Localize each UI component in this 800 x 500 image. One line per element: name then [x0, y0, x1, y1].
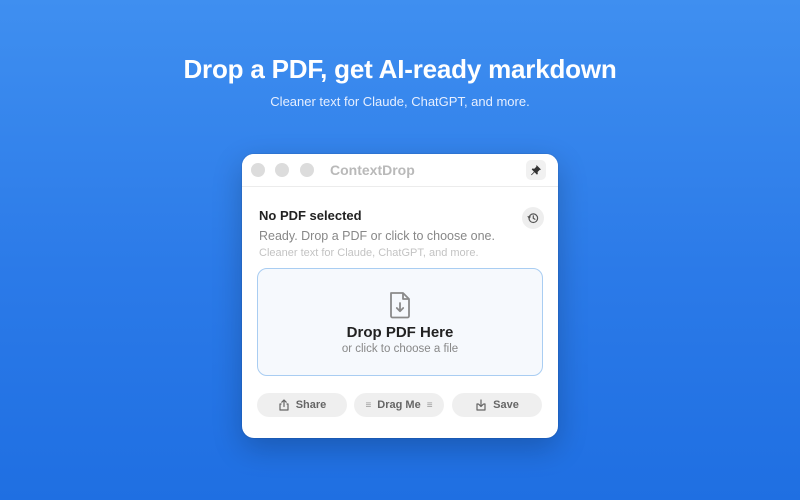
app-window: ContextDrop No PDF selected Ready. Drop …: [242, 154, 558, 438]
zoom-window-button[interactable]: [300, 163, 314, 177]
action-bar: Share ≡ Drag Me ≡ Save: [257, 393, 543, 417]
drag-grip-icon-right: ≡: [426, 399, 433, 411]
drag-me-label: Drag Me: [377, 399, 421, 411]
minimize-window-button[interactable]: [275, 163, 289, 177]
pin-icon: [531, 165, 541, 176]
pdf-dropzone[interactable]: Drop PDF Here or click to choose a file: [257, 268, 543, 376]
share-icon: [279, 399, 289, 411]
share-label: Share: [295, 399, 327, 411]
document-download-icon: [390, 292, 410, 319]
status-panel: No PDF selected Ready. Drop a PDF or cli…: [259, 208, 495, 259]
hero-title: Drop a PDF, get AI-ready markdown: [183, 54, 617, 84]
history-icon: [527, 213, 539, 224]
hero-subtitle: Cleaner text for Claude, ChatGPT, and mo…: [270, 94, 530, 109]
window-titlebar[interactable]: ContextDrop: [242, 154, 558, 187]
dropzone-subtitle: or click to choose a file: [341, 343, 459, 355]
save-button[interactable]: Save: [452, 393, 542, 417]
save-label: Save: [493, 399, 519, 411]
status-message: Ready. Drop a PDF or click to choose one…: [259, 229, 495, 243]
status-title: No PDF selected: [259, 208, 362, 223]
share-button[interactable]: Share: [257, 393, 347, 417]
save-download-icon: [476, 399, 486, 411]
history-button[interactable]: [522, 207, 544, 229]
window-title: ContextDrop: [330, 162, 415, 178]
close-window-button[interactable]: [251, 163, 265, 177]
dropzone-title: Drop PDF Here: [346, 324, 454, 341]
drag-grip-icon-left: ≡: [365, 399, 372, 411]
pin-button[interactable]: [526, 160, 546, 180]
status-hint: Cleaner text for Claude, ChatGPT, and mo…: [259, 247, 479, 259]
drag-me-button[interactable]: ≡ Drag Me ≡: [354, 393, 444, 417]
